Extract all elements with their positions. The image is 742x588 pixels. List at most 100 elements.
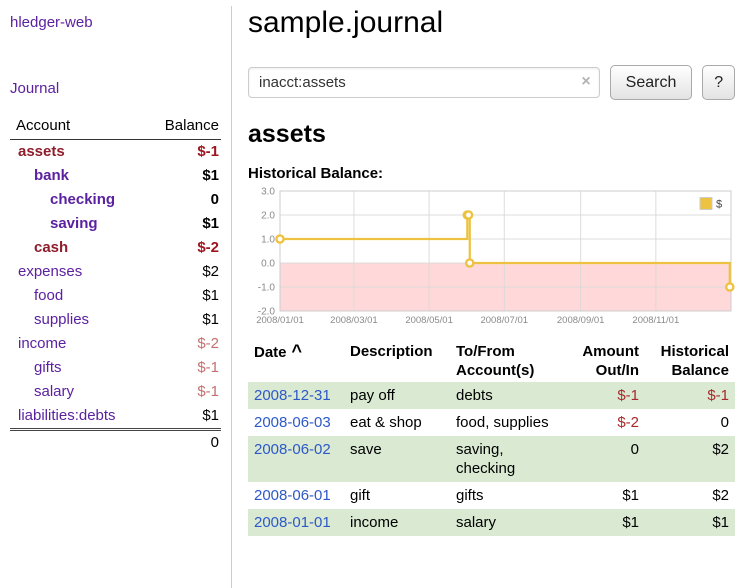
account-link[interactable]: liabilities:debts: [18, 407, 116, 424]
account-balance: $1: [144, 308, 221, 332]
main-content: sample.journal × Search ? assets Histori…: [232, 6, 742, 536]
svg-text:$: $: [716, 199, 722, 211]
account-row: liabilities:debts $1: [10, 404, 221, 430]
account-row: cash $-2: [10, 236, 221, 260]
register-accounts: food, supplies: [450, 409, 562, 436]
account-balance: $1: [144, 404, 221, 430]
account-row: supplies $1: [10, 308, 221, 332]
chart-title: Historical Balance:: [248, 165, 735, 182]
register-header-amount: AmountOut/In: [562, 340, 645, 382]
account-row: salary $-1: [10, 380, 221, 404]
svg-text:2008/05/01: 2008/05/01: [405, 315, 453, 326]
app-brand: hledger-web: [10, 14, 221, 32]
account-balance: 0: [144, 188, 221, 212]
register-header-accounts: To/FromAccount(s): [450, 340, 562, 382]
search-button[interactable]: Search: [610, 65, 693, 100]
register-amount: $-1: [562, 382, 645, 409]
register-row: 2008-06-01 gift gifts $1 $2: [248, 482, 735, 509]
register-balance: $2: [645, 482, 735, 509]
account-link[interactable]: assets: [18, 143, 65, 160]
register-amount: $1: [562, 509, 645, 536]
register-date-link[interactable]: 2008-06-02: [254, 441, 331, 458]
clear-search-icon[interactable]: ×: [581, 73, 590, 91]
svg-text:2008/07/01: 2008/07/01: [480, 315, 528, 326]
account-balance: $-2: [144, 236, 221, 260]
account-link[interactable]: expenses: [18, 263, 82, 280]
app-title-link[interactable]: hledger-web: [10, 14, 93, 31]
account-link[interactable]: bank: [34, 167, 69, 184]
account-balance: $-1: [144, 380, 221, 404]
accounts-total-row: 0: [10, 430, 221, 456]
register-header-balance: HistoricalBalance: [645, 340, 735, 382]
account-link[interactable]: food: [34, 287, 63, 304]
register-header-description: Description: [344, 340, 450, 382]
account-heading: assets: [248, 120, 735, 149]
help-button[interactable]: ?: [702, 65, 735, 100]
register-balance: 0: [645, 409, 735, 436]
account-balance: $1: [144, 284, 221, 308]
register-row: 2008-12-31 pay off debts $-1 $-1: [248, 382, 735, 409]
register-description: eat & shop: [344, 409, 450, 436]
register-accounts: gifts: [450, 482, 562, 509]
account-balance: $-1: [144, 140, 221, 165]
account-row: gifts $-1: [10, 356, 221, 380]
register-row: 2008-06-02 save saving, checking 0 $2: [248, 436, 735, 482]
accounts-total: 0: [144, 430, 221, 456]
account-row: income $-2: [10, 332, 221, 356]
page-title: sample.journal: [248, 6, 735, 40]
register-description: income: [344, 509, 450, 536]
accounts-header-balance: Balance: [144, 114, 221, 140]
register-description: gift: [344, 482, 450, 509]
register-date-link[interactable]: 2008-06-01: [254, 487, 331, 504]
register-amount: 0: [562, 436, 645, 482]
account-link[interactable]: gifts: [34, 359, 62, 376]
account-row: food $1: [10, 284, 221, 308]
account-row: bank $1: [10, 164, 221, 188]
search-box: ×: [248, 67, 600, 98]
svg-text:2008/01/01: 2008/01/01: [256, 315, 304, 326]
register-row: 2008-06-03 eat & shop food, supplies $-2…: [248, 409, 735, 436]
account-balance: $2: [144, 260, 221, 284]
svg-text:0.0: 0.0: [261, 259, 275, 270]
sidebar-nav: Journal: [10, 80, 221, 98]
journal-link[interactable]: Journal: [10, 80, 59, 97]
register-accounts: saving, checking: [450, 436, 562, 482]
svg-text:-1.0: -1.0: [258, 283, 276, 294]
account-balance: $1: [144, 164, 221, 188]
svg-text:1.0: 1.0: [261, 235, 275, 246]
account-balance: $-1: [144, 356, 221, 380]
account-row: checking 0: [10, 188, 221, 212]
sidebar: hledger-web Journal Account Balance asse…: [0, 6, 232, 588]
account-row: expenses $2: [10, 260, 221, 284]
account-link[interactable]: cash: [34, 239, 68, 256]
register-description: pay off: [344, 382, 450, 409]
account-link[interactable]: salary: [34, 383, 74, 400]
account-row: saving $1: [10, 212, 221, 236]
search-form: × Search ?: [248, 65, 735, 100]
account-link[interactable]: saving: [50, 215, 98, 232]
account-link[interactable]: income: [18, 335, 66, 352]
accounts-table: Account Balance assets $-1 bank $1 check…: [10, 114, 221, 455]
svg-text:2.0: 2.0: [261, 211, 275, 222]
register-date-link[interactable]: 2008-06-03: [254, 414, 331, 431]
sort-ascending-icon: ^: [292, 341, 303, 361]
register-balance: $1: [645, 509, 735, 536]
svg-text:3.0: 3.0: [261, 187, 275, 198]
register-amount: $1: [562, 482, 645, 509]
register-header-date[interactable]: Date^: [248, 340, 344, 382]
account-balance: $-2: [144, 332, 221, 356]
register-balance: $2: [645, 436, 735, 482]
register-balance: $-1: [645, 382, 735, 409]
account-row: assets $-1: [10, 140, 221, 165]
accounts-header-account: Account: [10, 114, 144, 140]
search-input[interactable]: [248, 67, 600, 98]
register-date-link[interactable]: 2008-12-31: [254, 387, 331, 404]
svg-text:2008/09/01: 2008/09/01: [557, 315, 605, 326]
account-link[interactable]: supplies: [34, 311, 89, 328]
account-link[interactable]: checking: [50, 191, 115, 208]
register-description: save: [344, 436, 450, 482]
account-balance: $1: [144, 212, 221, 236]
register-accounts: debts: [450, 382, 562, 409]
register-date-link[interactable]: 2008-01-01: [254, 514, 331, 531]
register-amount: $-2: [562, 409, 645, 436]
